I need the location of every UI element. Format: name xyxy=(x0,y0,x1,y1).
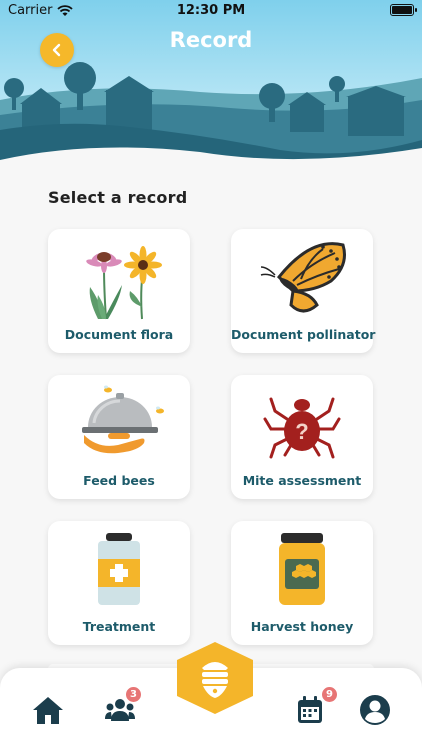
card-label: Document flora xyxy=(64,327,174,342)
section-title: Select a record xyxy=(48,188,188,207)
tab-team[interactable]: 3 xyxy=(100,686,142,730)
team-badge: 3 xyxy=(125,686,142,703)
tab-home[interactable] xyxy=(28,690,68,730)
card-harvest-honey[interactable]: Harvest honey xyxy=(231,521,373,645)
card-treatment[interactable]: Treatment xyxy=(48,521,190,645)
tab-profile[interactable] xyxy=(355,690,395,730)
card-label: Treatment xyxy=(82,619,156,634)
hive-button[interactable] xyxy=(174,640,256,716)
card-feed-bees[interactable]: Feed bees xyxy=(48,375,190,499)
status-bar: Carrier 12:30 PM xyxy=(0,0,422,22)
calendar-badge: 9 xyxy=(321,686,338,703)
calendar-icon xyxy=(298,696,322,723)
page-title: Record xyxy=(169,28,253,52)
battery-icon xyxy=(390,4,417,16)
profile-icon xyxy=(360,695,390,725)
svg-text:?: ? xyxy=(295,419,308,444)
card-mite-assessment[interactable]: ? Mite assessment xyxy=(231,375,373,499)
treatment-jar-icon xyxy=(98,533,140,605)
tab-calendar[interactable]: 9 xyxy=(290,686,338,730)
mite-icon: ? xyxy=(263,397,341,459)
flowers-icon xyxy=(86,246,162,320)
honey-jar-icon xyxy=(279,533,325,605)
card-document-pollinator[interactable]: Document pollinator xyxy=(231,229,376,353)
card-label: Harvest honey xyxy=(250,619,354,634)
card-label: Feed bees xyxy=(83,473,155,488)
header-banner: Carrier 12:30 PM Record xyxy=(0,0,422,175)
status-time: 12:30 PM xyxy=(176,3,246,18)
feeding-tray-icon xyxy=(82,385,164,454)
card-document-flora[interactable]: Document flora xyxy=(48,229,190,353)
home-icon xyxy=(33,697,63,724)
card-label: Document pollinator xyxy=(231,327,376,342)
card-label: Mite assessment xyxy=(242,473,362,488)
butterfly-icon xyxy=(260,242,346,313)
landscape-illustration xyxy=(0,62,422,175)
